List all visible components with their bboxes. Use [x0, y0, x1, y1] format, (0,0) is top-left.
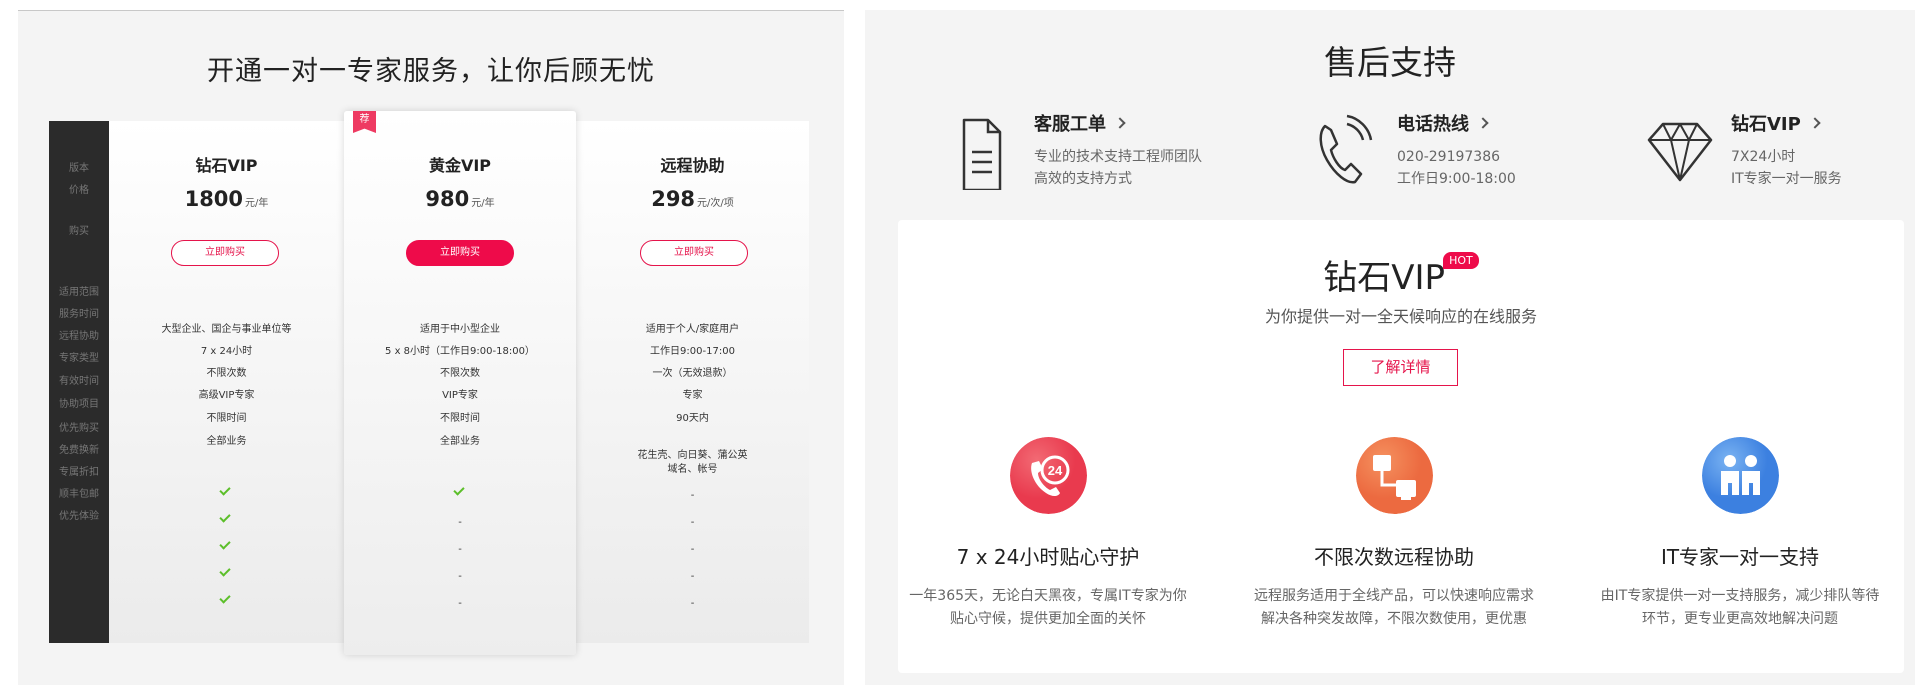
phone-icon	[1319, 114, 1373, 184]
table-cell: 不限次数	[206, 368, 247, 379]
table-cell: 花生壳、向日葵、蒲公英	[637, 450, 748, 461]
service-desc: 7X24小时 IT专家一对一服务	[1731, 149, 1842, 187]
table-cell: 适用于个人/家庭用户	[645, 324, 740, 335]
table-cell: -	[690, 544, 695, 555]
table-cell: -	[458, 517, 462, 528]
row-label-discount: 专属折扣	[59, 467, 99, 478]
vip-subtitle: 为你提供一对一全天候响应的在线服务	[1264, 307, 1537, 326]
vip-title: 钻石VIP HOT	[898, 250, 1904, 299]
table-cell: 大型企业、国企与事业单位等	[161, 324, 292, 335]
pricing-title: 开通一对一专家服务，让你后顾无忧	[207, 56, 655, 87]
chevron-right-icon	[1114, 117, 1126, 129]
row-label-buy: 购买	[69, 226, 89, 237]
vip-card: 钻石VIP HOT 为你提供一对一全天候响应的在线服务 了解详情 24 7 x 2…	[898, 220, 1904, 673]
table-cell: VIP专家	[442, 390, 478, 401]
feature-desc: 由IT专家提供一对一支持服务，减少排队等待 环节，更专业更高效地解决问题	[1600, 588, 1880, 627]
learn-more-button[interactable]: 了解详情	[1343, 349, 1458, 386]
row-label-remote: 远程协助	[59, 331, 99, 342]
table-cell: 全部业务	[206, 436, 247, 447]
24-hour-phone-icon: 24	[1010, 437, 1087, 514]
table-cell: 7 x 24小时	[200, 346, 253, 357]
row-label-service-time: 服务时间	[59, 309, 99, 320]
table-cell: -	[458, 598, 462, 609]
expert-users-icon	[1702, 437, 1779, 514]
row-label-expert-type: 专家类型	[59, 353, 99, 364]
table-cell: 高级VIP专家	[198, 390, 255, 401]
row-label-shipping: 顺丰包邮	[59, 489, 99, 500]
row-label-items: 协助项目	[59, 399, 99, 410]
support-panel: 售后支持 客服工单 专业的技术支持工程师团队 高效的支持方式 电话热线 020-2…	[865, 10, 1915, 685]
row-label-version: 版本	[69, 163, 89, 174]
pricing-panel: 开通一对一专家服务，让你后顾无忧 版本 价格 购买 适用范围 服务时间 远程协助…	[18, 10, 844, 685]
table-cell: 5 x 8小时（工作日9:00-18:00）	[385, 346, 535, 357]
service-name[interactable]: 客服工单	[1034, 110, 1126, 136]
table-cell: 90天内	[676, 413, 709, 424]
table-cell: 不限时间	[206, 413, 247, 424]
diamond-icon	[1647, 122, 1713, 182]
row-label-valid-time: 有效时间	[59, 376, 99, 387]
feature-desc: 一年365天，无论白天黑夜，专属IT专家为你 贴心守候，提供更加全面的关怀	[909, 588, 1187, 627]
table-cell: 工作日9:00-17:00	[650, 346, 735, 357]
service-desc: 020-29197386 工作日9:00-18:00	[1397, 149, 1516, 187]
table-cell: -	[690, 571, 695, 582]
service-name[interactable]: 电话热线	[1397, 110, 1489, 136]
table-cell: 专家	[682, 390, 703, 401]
service-name[interactable]: 钻石VIP	[1731, 110, 1821, 136]
row-label-free-replace: 免费换新	[59, 445, 99, 456]
svg-text:24: 24	[1048, 463, 1063, 478]
feature-title: IT专家一对一支持	[1660, 545, 1820, 569]
plan-name-remote: 远程协助	[660, 156, 725, 175]
table-cell: 一次（无效退款）	[652, 368, 733, 379]
row-label-column: 版本 价格 购买 适用范围 服务时间 远程协助 专家类型 有效时间 协助项目 优…	[49, 121, 109, 643]
feature-desc: 远程服务适用于全线产品，可以快速响应需求 解决各种突发故障，不限次数使用，更优惠	[1254, 588, 1534, 627]
table-cell: 全部业务	[440, 436, 480, 447]
service-desc: 专业的技术支持工程师团队 高效的支持方式	[1034, 149, 1202, 187]
plan-price-diamond: 1800 元/年	[184, 187, 269, 211]
table-cell: -	[690, 490, 695, 501]
table-cell: 域名、帐号	[667, 464, 718, 475]
row-label-price: 价格	[69, 185, 89, 196]
table-cell: -	[458, 571, 462, 582]
table-cell: -	[690, 517, 695, 528]
support-title: 售后支持	[1324, 43, 1456, 82]
buy-button-diamond[interactable]: 立即购买	[171, 240, 279, 266]
plan-price-gold: 980 元/年	[425, 187, 495, 211]
chevron-right-icon	[1477, 117, 1489, 129]
table-cell: 适用于中小型企业	[420, 324, 500, 335]
document-icon	[962, 118, 1002, 190]
plan-name-gold: 黄金VIP	[428, 156, 492, 175]
row-label-scope: 适用范围	[59, 287, 99, 298]
feature-title: 不限次数远程协助	[1314, 545, 1474, 569]
plan-price-remote: 298 元/次/项	[651, 187, 734, 211]
buy-button-gold[interactable]: 立即购买	[406, 240, 514, 266]
row-label-priority-exp: 优先体验	[59, 511, 99, 522]
recommend-badge: 荐	[353, 111, 376, 133]
table-cell: 不限时间	[440, 413, 480, 424]
buy-button-remote[interactable]: 立即购买	[640, 240, 748, 266]
table-cell: -	[458, 544, 462, 555]
table-cell: -	[690, 598, 695, 609]
plan-name-diamond: 钻石VIP	[195, 156, 258, 175]
network-icon	[1356, 437, 1433, 514]
feature-title: 7 x 24小时贴心守护	[956, 545, 1140, 569]
table-cell: 不限次数	[440, 368, 480, 379]
chevron-right-icon	[1809, 117, 1821, 129]
row-label-priority-buy: 优先购买	[59, 423, 99, 434]
hot-badge: HOT	[1443, 252, 1479, 269]
